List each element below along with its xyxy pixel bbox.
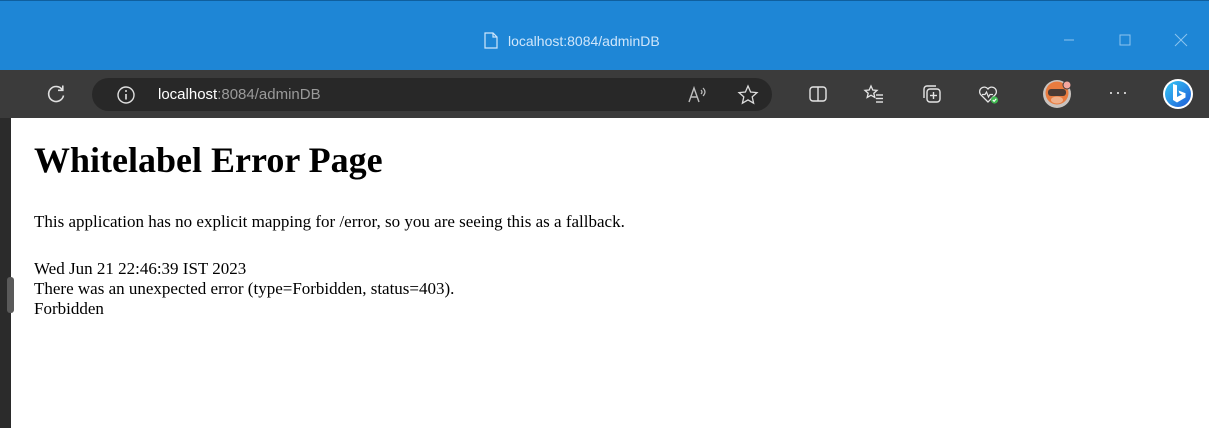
page-content: Whitelabel Error Page This application h… [34, 118, 1209, 428]
page-icon [484, 32, 498, 49]
page-title: Whitelabel Error Page [34, 140, 383, 180]
url-host: localhost [158, 86, 218, 103]
maximize-button[interactable] [1097, 25, 1153, 55]
window-title-text: localhost:8084/adminDB [508, 32, 660, 49]
error-detail: Forbidden [34, 299, 104, 318]
info-icon[interactable] [116, 85, 136, 105]
heartbeat-icon[interactable] [976, 82, 1000, 106]
window-title: localhost:8084/adminDB [484, 32, 660, 49]
refresh-button[interactable] [44, 82, 68, 106]
error-message: This application has no explicit mapping… [34, 212, 625, 231]
close-button[interactable] [1153, 25, 1209, 55]
url-text[interactable]: localhost:8084/adminDB [158, 86, 321, 103]
maximize-icon [1119, 34, 1131, 46]
error-status: There was an unexpected error (type=Forb… [34, 279, 455, 298]
refresh-icon [47, 85, 65, 103]
favorites-icon[interactable] [862, 82, 886, 106]
profile-avatar[interactable] [1042, 79, 1072, 109]
minimize-icon [1064, 39, 1074, 41]
title-bar: localhost:8084/adminDB [0, 0, 1209, 70]
sidebar-handle[interactable] [7, 277, 14, 313]
collections-icon[interactable] [920, 82, 944, 106]
error-timestamp: Wed Jun 21 22:46:39 IST 2023 [34, 259, 247, 278]
bing-icon[interactable] [1160, 76, 1196, 112]
browser-window: localhost:8084/adminDB localhost:8084/ad… [0, 0, 1209, 428]
sidebar-edge [0, 118, 11, 428]
minimize-button[interactable] [1041, 25, 1097, 55]
browser-toolbar: localhost:8084/adminDB ··· [0, 70, 1209, 118]
url-path: :8084/adminDB [217, 86, 321, 103]
more-options-button[interactable]: ··· [1108, 82, 1129, 102]
split-screen-icon[interactable] [806, 82, 830, 106]
star-icon[interactable] [736, 83, 760, 107]
read-aloud-icon[interactable] [686, 83, 710, 107]
address-bar[interactable]: localhost:8084/adminDB [92, 78, 772, 111]
error-details: Wed Jun 21 22:46:39 IST 2023 There was a… [34, 259, 454, 319]
window-controls [1041, 25, 1209, 55]
close-icon [1174, 33, 1188, 47]
